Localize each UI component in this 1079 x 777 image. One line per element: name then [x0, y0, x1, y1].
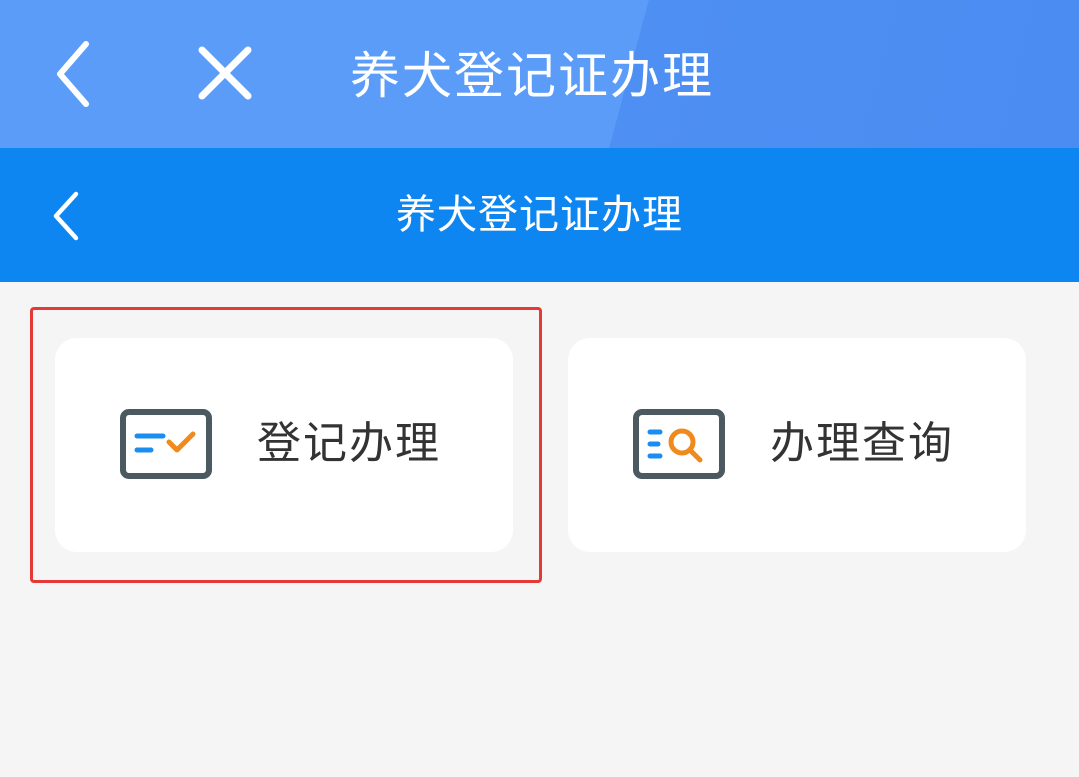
query-label: 办理查询: [770, 418, 954, 469]
app-title: 养犬登记证办理: [350, 47, 714, 105]
register-card-button[interactable]: 登记办理: [55, 338, 513, 552]
register-label: 登记办理: [257, 418, 441, 469]
app-top-bar: 养犬登记证办理: [0, 0, 1079, 148]
query-search-icon: [632, 408, 726, 480]
page-nav-bar: 养犬登记证办理: [0, 148, 1079, 282]
query-card-button[interactable]: 办理查询: [568, 338, 1026, 552]
register-check-icon: [119, 408, 213, 480]
back-icon[interactable]: [46, 36, 106, 112]
page-title: 养犬登记证办理: [396, 192, 683, 238]
close-icon[interactable]: [192, 40, 258, 106]
